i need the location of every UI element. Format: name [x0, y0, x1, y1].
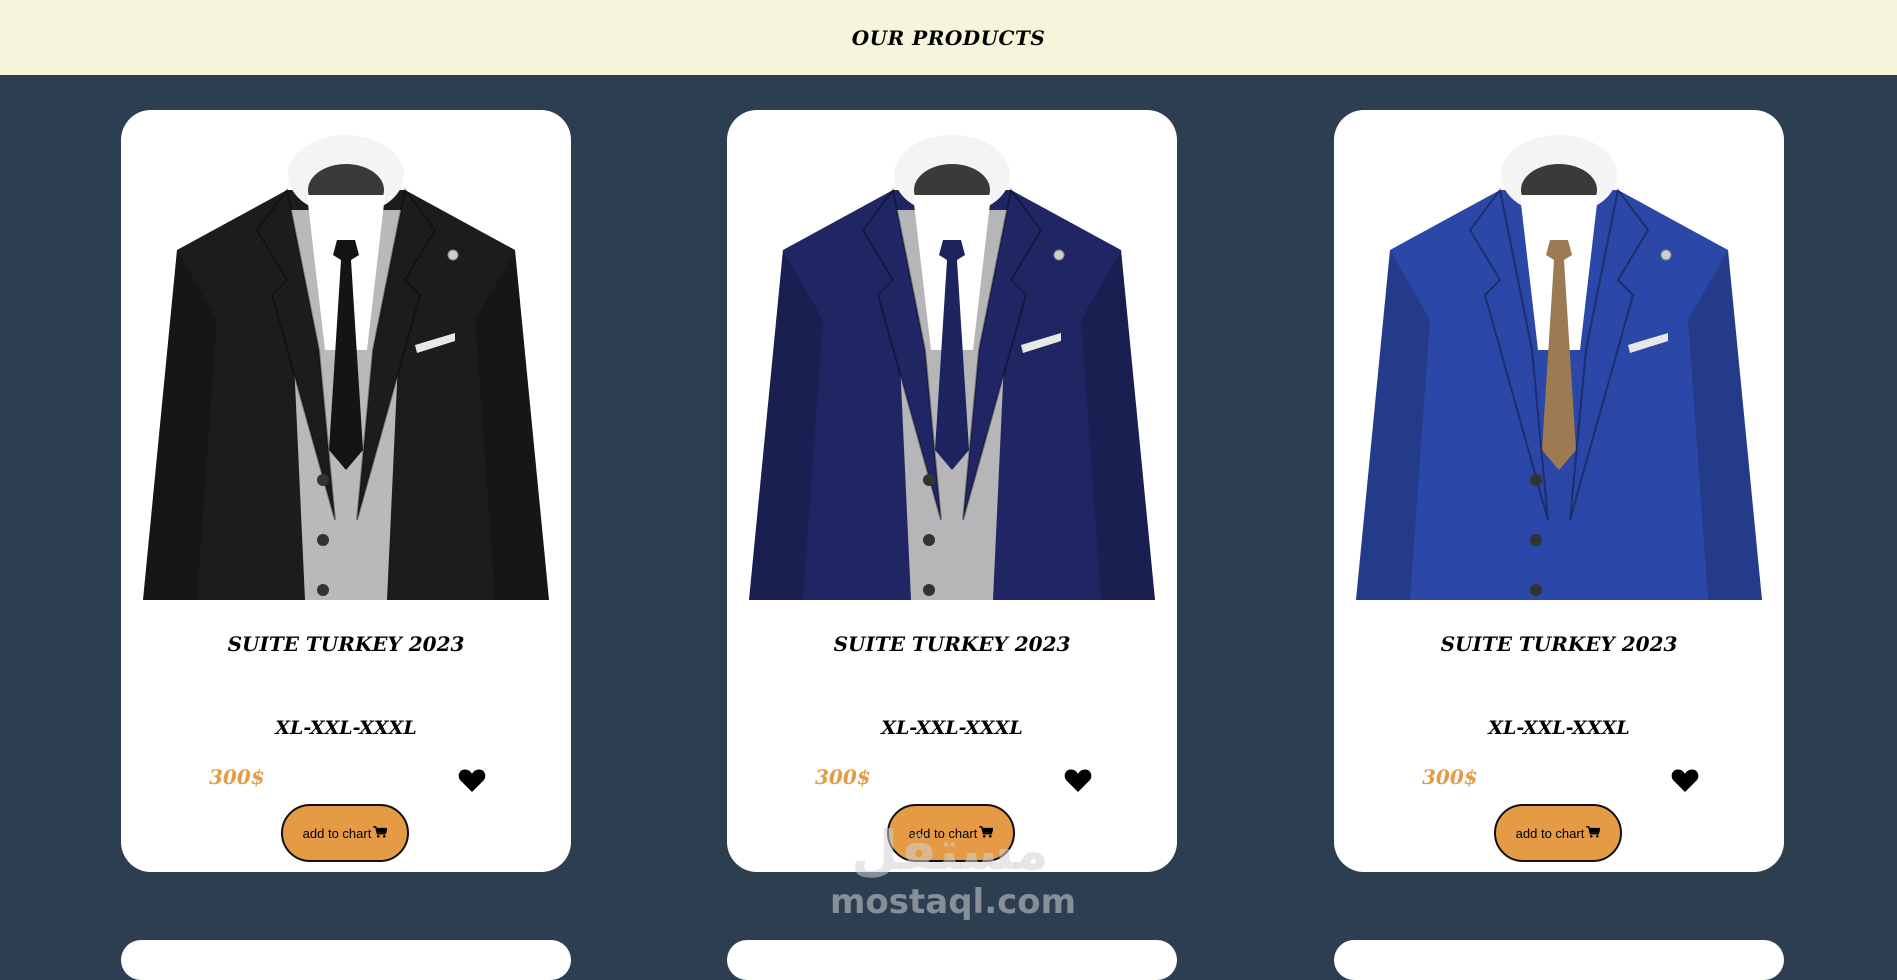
- product-card-next-row: [727, 940, 1177, 980]
- product-sizes: XL-XXL-XXXL: [275, 717, 417, 739]
- page-title: OUR PRODUCTS: [851, 25, 1046, 50]
- add-to-cart-button[interactable]: add to chart: [1494, 804, 1622, 862]
- cart-icon: [1586, 825, 1602, 841]
- heart-icon[interactable]: [458, 767, 486, 793]
- product-price: 300$: [815, 765, 871, 789]
- watermark-arabic: مستقل: [851, 819, 1049, 882]
- add-to-cart-button[interactable]: add to chart: [281, 804, 409, 862]
- product-card-next-row: [1334, 940, 1784, 980]
- heart-icon[interactable]: [1064, 767, 1092, 793]
- product-card: SUITE TURKEY 2023 XL-XXL-XXXL 300$ add t…: [121, 110, 571, 872]
- cart-icon: [373, 825, 389, 841]
- product-price: 300$: [1422, 765, 1478, 789]
- add-to-cart-label: add to chart: [302, 825, 372, 841]
- watermark: مستقل mostaql.com: [830, 819, 1077, 923]
- watermark-latin: mostaql.com: [830, 882, 1077, 922]
- product-image: [743, 120, 1161, 620]
- product-image: [1350, 120, 1768, 620]
- heart-icon[interactable]: [1671, 767, 1699, 793]
- product-image: [137, 120, 555, 620]
- product-name: SUITE TURKEY 2023: [1440, 632, 1678, 656]
- product-card-next-row: [121, 940, 571, 980]
- product-sizes: XL-XXL-XXXL: [881, 717, 1023, 739]
- product-sizes: XL-XXL-XXXL: [1488, 717, 1630, 739]
- product-name: SUITE TURKEY 2023: [833, 632, 1071, 656]
- header-bar: OUR PRODUCTS: [0, 0, 1897, 75]
- product-price: 300$: [209, 765, 265, 789]
- product-name: SUITE TURKEY 2023: [227, 632, 465, 656]
- product-card: SUITE TURKEY 2023 XL-XXL-XXXL 300$ add t…: [727, 110, 1177, 872]
- product-card: SUITE TURKEY 2023 XL-XXL-XXXL 300$ add t…: [1334, 110, 1784, 872]
- add-to-cart-label: add to chart: [1515, 825, 1585, 841]
